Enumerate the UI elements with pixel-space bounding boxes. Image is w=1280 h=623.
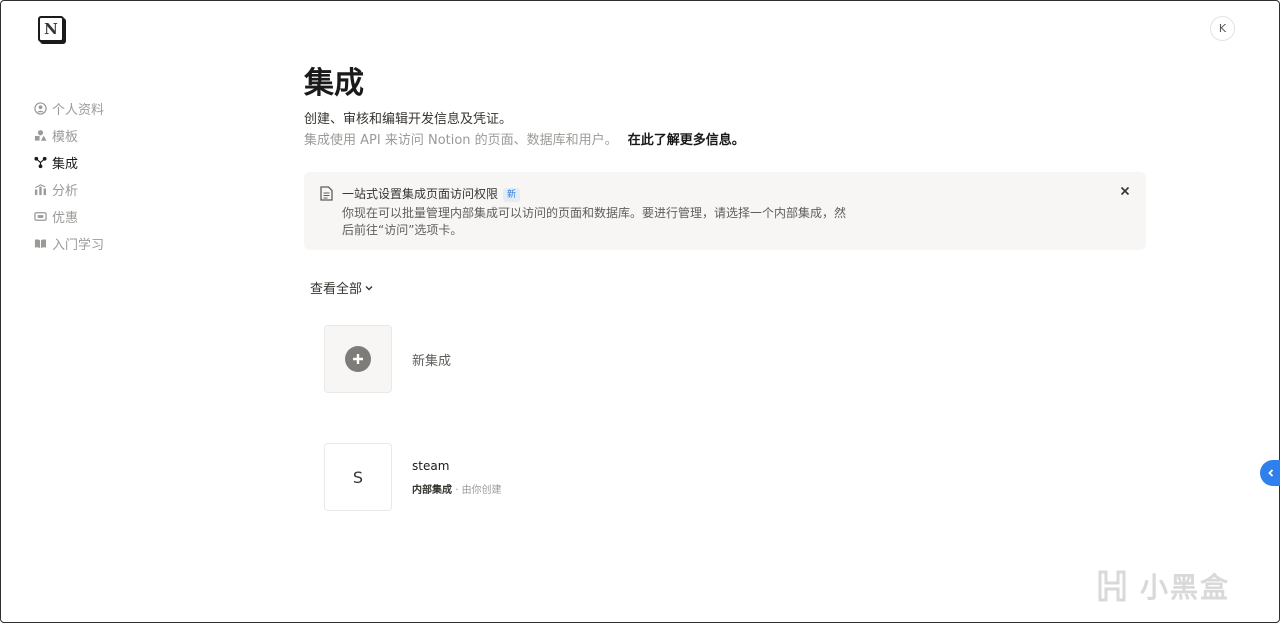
chevron-left-icon (1268, 469, 1274, 477)
avatar-initial: K (1218, 22, 1227, 35)
integration-icon (33, 156, 47, 170)
view-all-label: 查看全部 (310, 282, 363, 297)
info-callout: 一站式设置集成页面访问权限新 你现在可以批量管理内部集成可以访问的页面和数据库。… (304, 172, 1146, 250)
ticket-icon (33, 210, 47, 224)
main-content: 集成 创建、审核和编辑开发信息及凭证。 集成使用 API 来访问 Notion … (304, 60, 1146, 511)
sidebar-item-analytics[interactable]: 分析 (33, 176, 233, 203)
integration-card[interactable]: S (324, 443, 392, 511)
integration-name[interactable]: steam (412, 459, 449, 473)
chevron-down-icon (365, 285, 373, 290)
collapse-panel-tab[interactable] (1260, 460, 1280, 486)
sidebar-item-templates[interactable]: 模板 (33, 122, 233, 149)
watermark-text: 小黑盒 (1140, 571, 1231, 604)
meta-separator: · (455, 485, 459, 496)
page-subtitle: 创建、审核和编辑开发信息及凭证。 (304, 112, 513, 127)
view-all-dropdown[interactable]: 查看全部 (310, 278, 374, 297)
sidebar-item-label: 入门学习 (52, 238, 105, 253)
analytics-icon (33, 183, 47, 197)
book-icon (33, 237, 47, 251)
logo-letter: N (44, 20, 58, 38)
callout-body: 你现在可以批量管理内部集成可以访问的页面和数据库。要进行管理，请选择一个内部集成… (342, 206, 847, 237)
sidebar-item-label: 个人资料 (52, 103, 105, 118)
page-description: 集成使用 API 来访问 Notion 的页面、数据库和用户。 在此了解更多信息。 (304, 130, 1146, 152)
page-title: 集成 (304, 66, 364, 101)
watermark-logo-icon (1098, 570, 1126, 602)
user-circle-icon (33, 102, 47, 116)
document-icon (320, 186, 333, 201)
close-icon[interactable] (1118, 184, 1132, 198)
integration-initial: S (352, 467, 364, 487)
callout-title: 一站式设置集成页面访问权限新 (342, 185, 521, 202)
learn-more-link[interactable]: 在此了解更多信息。 (628, 133, 745, 148)
plus-icon (345, 346, 371, 372)
new-integration-label[interactable]: 新集成 (412, 350, 451, 369)
new-integration-card[interactable] (324, 325, 392, 393)
sidebar-item-label: 集成 (52, 157, 79, 172)
sidebar-item-integrations[interactable]: 集成 (33, 149, 233, 176)
sidebar-item-offers[interactable]: 优惠 (33, 203, 233, 230)
notion-logo[interactable]: N (38, 16, 64, 42)
sidebar-item-learn[interactable]: 入门学习 (33, 230, 233, 257)
sidebar-item-profile[interactable]: 个人资料 (33, 95, 233, 122)
new-badge: 新 (503, 188, 521, 202)
shapes-icon (33, 129, 47, 143)
callout-title-text: 一站式设置集成页面访问权限 (342, 187, 499, 201)
sidebar-item-label: 模板 (52, 130, 79, 145)
watermark: 小黑盒 (1092, 566, 1230, 606)
integration-creator: 由你创建 (461, 485, 502, 496)
sidebar-item-label: 优惠 (52, 211, 79, 226)
sidebar: 个人资料 模板 集成 分析 优惠 入门学习 (33, 95, 233, 257)
avatar[interactable]: K (1210, 16, 1235, 41)
description-text: 集成使用 API 来访问 Notion 的页面、数据库和用户。 (304, 133, 618, 148)
integration-meta: 内部集成 · 由你创建 (412, 481, 502, 496)
sidebar-item-label: 分析 (52, 184, 79, 199)
integration-type: 内部集成 (412, 485, 452, 496)
